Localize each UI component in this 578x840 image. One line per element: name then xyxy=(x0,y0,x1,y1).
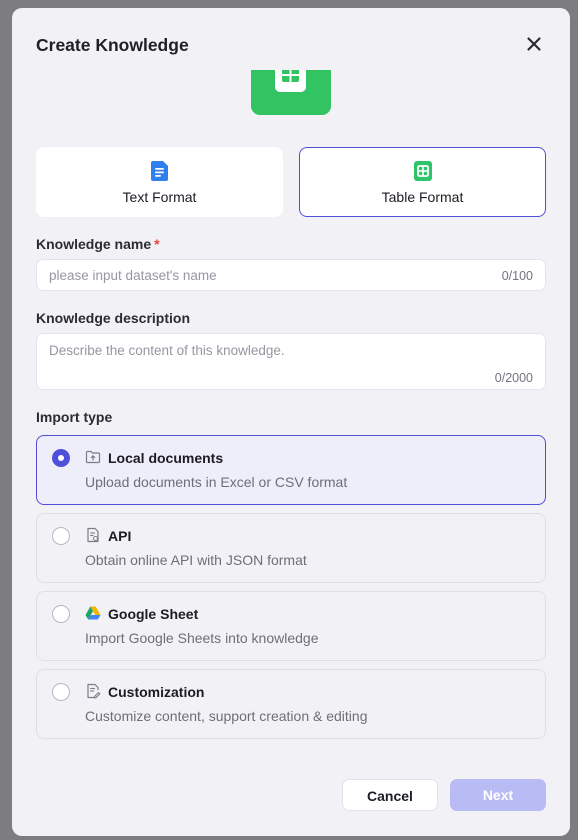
text-format-tab[interactable]: Text Format xyxy=(36,147,283,217)
radio-button[interactable] xyxy=(52,527,70,545)
knowledge-description-counter: 0/2000 xyxy=(494,371,533,385)
api-doc-icon xyxy=(87,527,99,543)
edit-doc-icon xyxy=(87,683,101,699)
dialog-title: Create Knowledge xyxy=(36,35,189,55)
option-title: Google Sheet xyxy=(108,606,199,622)
knowledge-name-counter: 0/100 xyxy=(501,269,533,283)
close-icon xyxy=(527,37,541,51)
option-description: Obtain online API with JSON format xyxy=(85,552,307,568)
table-format-tab[interactable]: Table Format xyxy=(299,147,546,217)
option-title: API xyxy=(108,528,132,544)
knowledge-name-input[interactable]: please input dataset's name 0/100 xyxy=(36,259,546,291)
knowledge-description-placeholder: Describe the content of this knowledge. xyxy=(49,343,285,358)
table-format-label: Table Format xyxy=(381,189,464,205)
required-mark: * xyxy=(154,236,160,252)
knowledge-description-textarea[interactable]: Describe the content of this knowledge. … xyxy=(36,333,546,390)
upload-folder-icon xyxy=(85,450,101,464)
text-format-label: Text Format xyxy=(122,189,197,205)
import-option-customization[interactable]: Customization Customize content, support… xyxy=(36,669,546,739)
table-icon xyxy=(275,70,306,92)
knowledge-name-label: Knowledge name * xyxy=(36,236,160,252)
import-option-api[interactable]: API Obtain online API with JSON format xyxy=(36,513,546,583)
radio-button[interactable] xyxy=(52,683,70,701)
knowledge-name-placeholder: please input dataset's name xyxy=(49,268,217,283)
option-title: Local documents xyxy=(108,450,224,466)
import-option-google-sheet[interactable]: Google Sheet Import Google Sheets into k… xyxy=(36,591,546,661)
knowledge-name-label-text: Knowledge name xyxy=(36,236,152,252)
option-description: Upload documents in Excel or CSV format xyxy=(85,474,348,490)
radio-button[interactable] xyxy=(52,449,70,467)
option-description: Import Google Sheets into knowledge xyxy=(85,630,319,646)
radio-button[interactable] xyxy=(52,605,70,623)
import-type-label: Import type xyxy=(36,409,113,425)
google-drive-icon xyxy=(85,606,101,620)
cancel-button[interactable]: Cancel xyxy=(342,779,438,811)
import-option-local-documents[interactable]: Local documents Upload documents in Exce… xyxy=(36,435,546,505)
option-title: Customization xyxy=(108,684,205,700)
option-description: Customize content, support creation & ed… xyxy=(85,708,368,724)
close-button[interactable] xyxy=(524,34,544,54)
create-knowledge-dialog: Create Knowledge Text Format Table Forma… xyxy=(12,8,570,836)
text-doc-icon xyxy=(151,161,168,181)
knowledge-description-label: Knowledge description xyxy=(36,310,191,326)
table-icon xyxy=(414,161,432,181)
table-hero-illustration xyxy=(251,70,331,115)
next-button[interactable]: Next xyxy=(450,779,546,811)
